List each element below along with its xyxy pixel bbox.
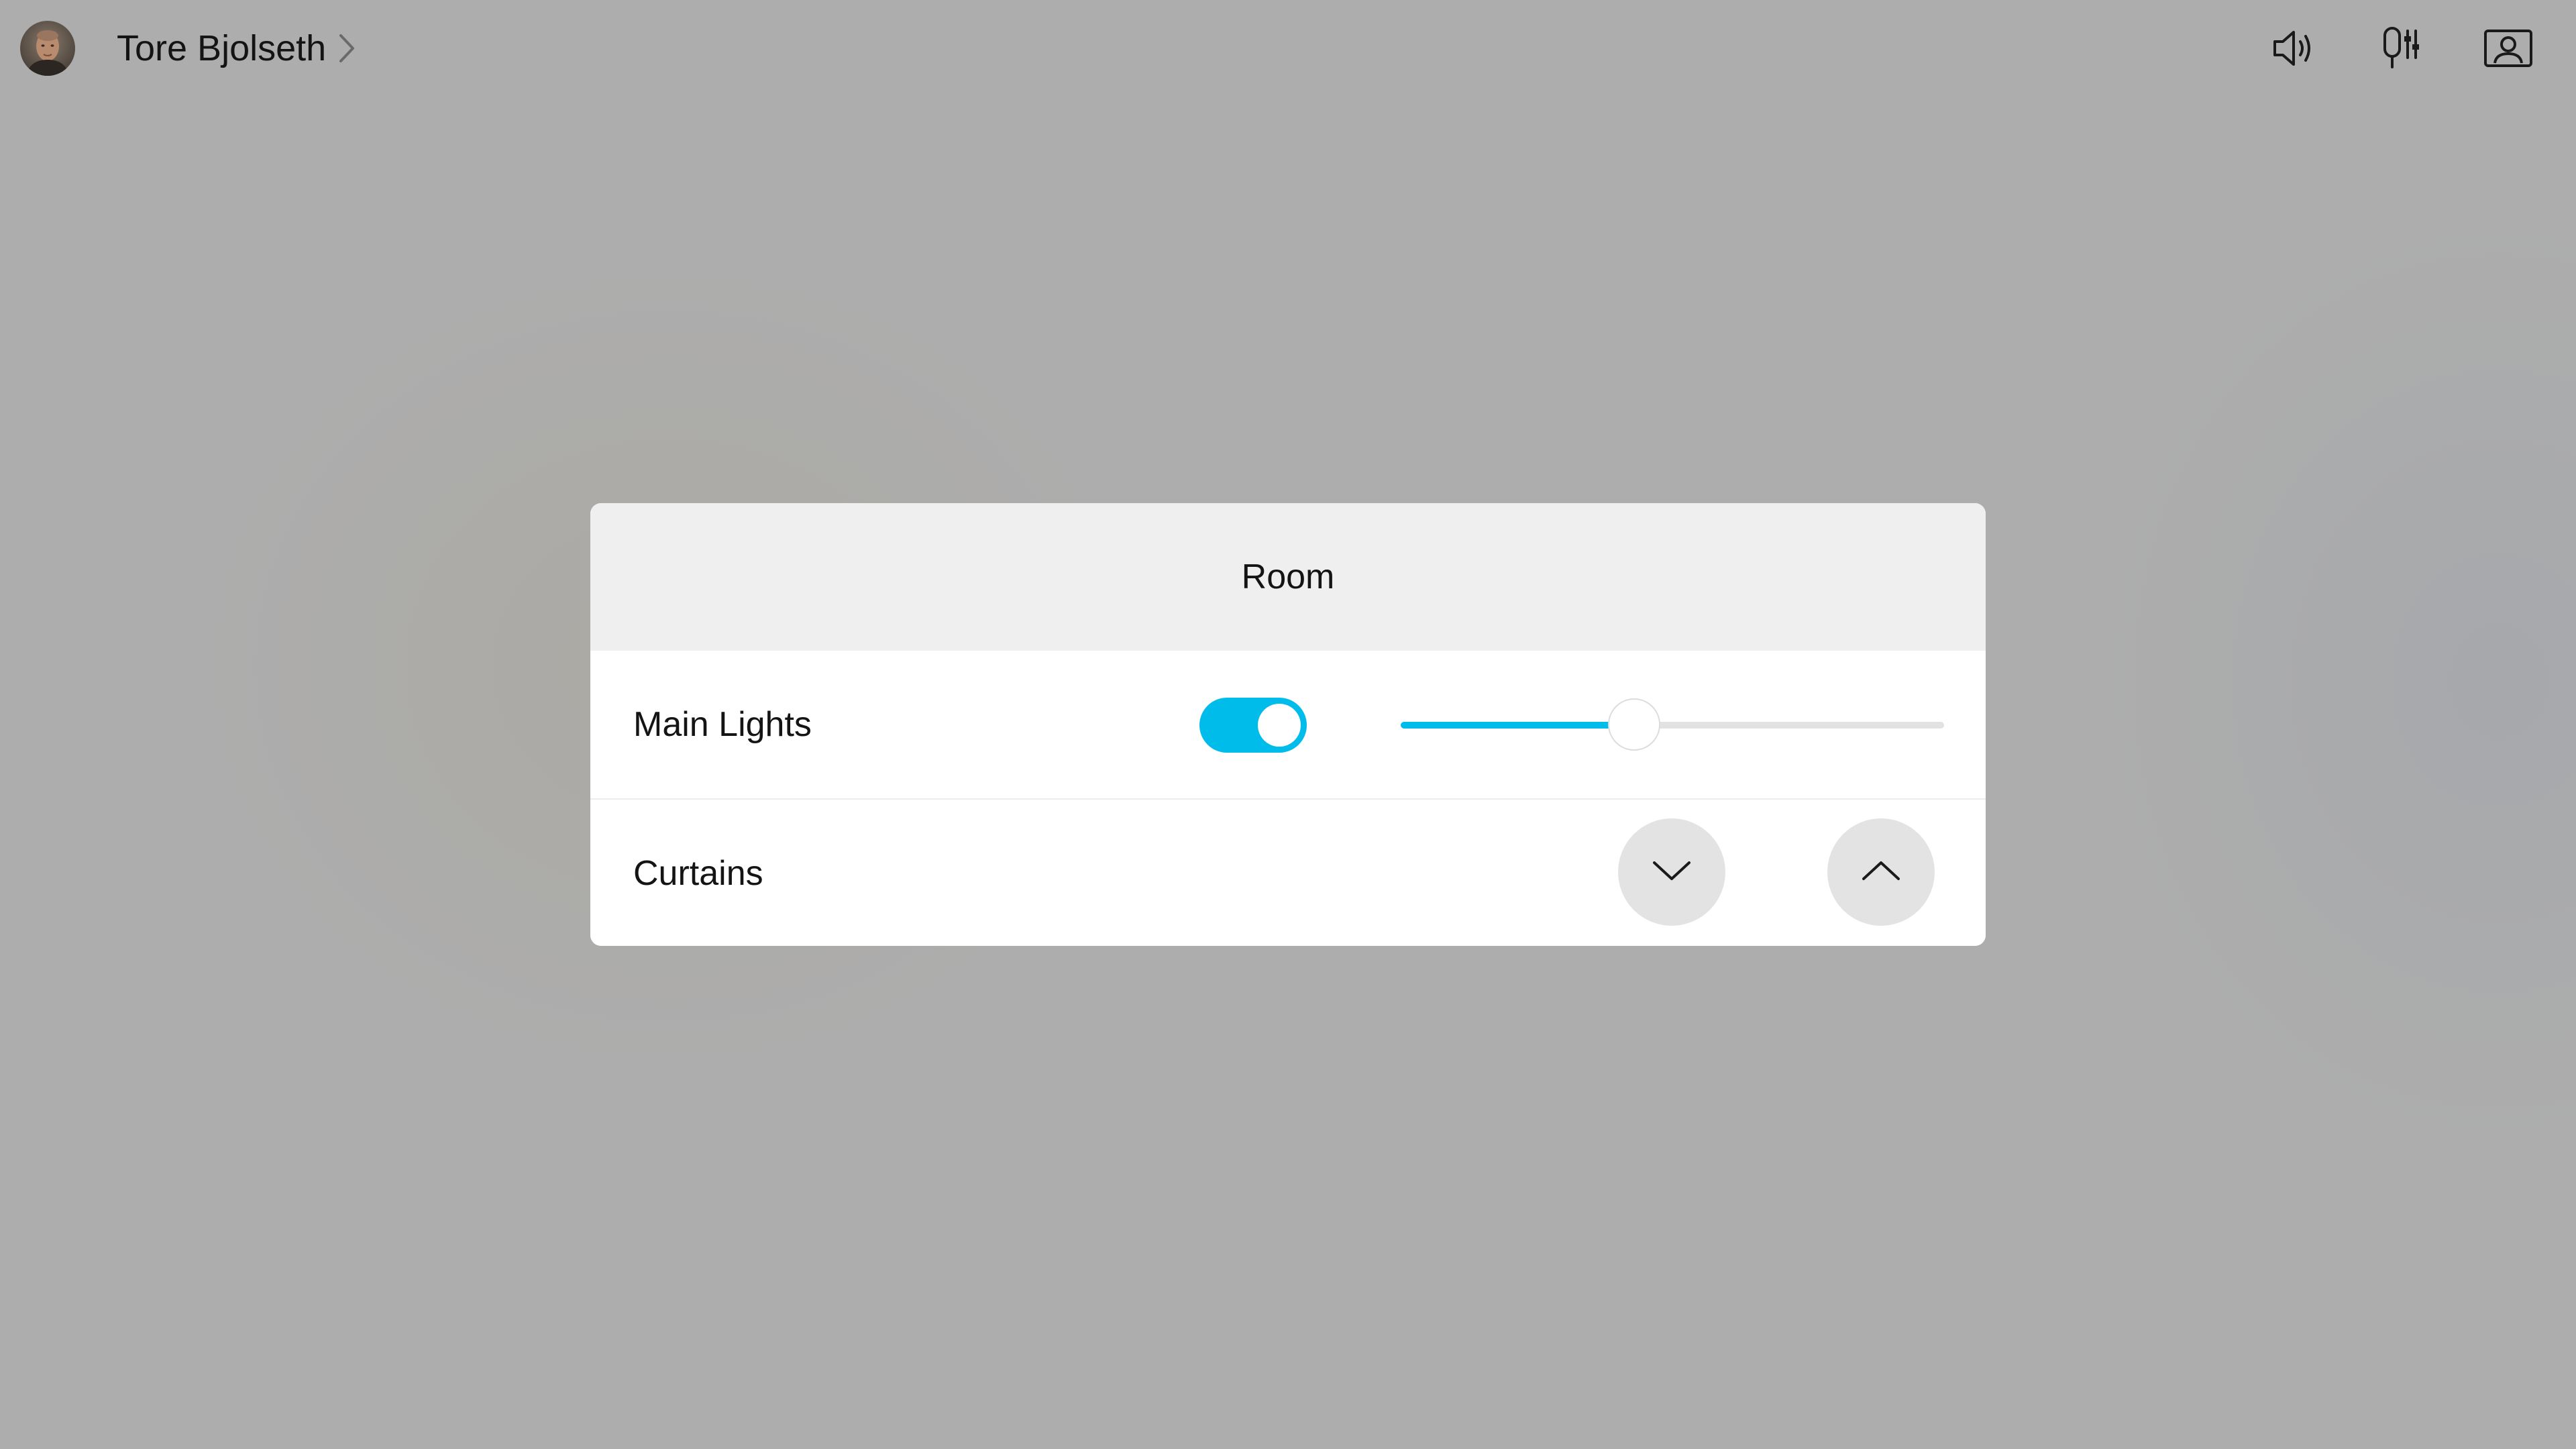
slider-fill bbox=[1401, 722, 1635, 729]
main-lights-label: Main Lights bbox=[633, 705, 812, 744]
curtains-row: Curtains bbox=[590, 798, 1986, 946]
toggle-knob bbox=[1258, 704, 1301, 747]
avatar bbox=[20, 21, 75, 76]
microphone-settings-icon[interactable] bbox=[2371, 20, 2431, 76]
slider-thumb[interactable] bbox=[1608, 698, 1661, 751]
top-bar: Tore Bjolseth bbox=[0, 0, 2576, 101]
speaker-volume-icon[interactable] bbox=[2263, 20, 2324, 76]
main-lights-toggle[interactable] bbox=[1199, 698, 1307, 753]
panel-header: Room bbox=[590, 503, 1986, 651]
chevron-up-icon bbox=[1861, 859, 1901, 886]
main-lights-brightness-slider[interactable] bbox=[1401, 698, 1944, 753]
panel-title: Room bbox=[1241, 557, 1335, 596]
chevron-down-icon bbox=[1652, 859, 1692, 886]
chevron-right-icon bbox=[338, 33, 356, 64]
user-menu[interactable]: Tore Bjolseth bbox=[20, 20, 356, 76]
main-lights-row: Main Lights bbox=[590, 651, 1986, 798]
user-name: Tore Bjolseth bbox=[117, 28, 327, 68]
curtains-down-button[interactable] bbox=[1618, 818, 1725, 926]
curtains-label: Curtains bbox=[633, 854, 763, 893]
self-view-icon[interactable] bbox=[2478, 20, 2538, 76]
curtains-up-button[interactable] bbox=[1827, 818, 1935, 926]
room-panel: Room Main Lights Curtains bbox=[590, 503, 1986, 946]
